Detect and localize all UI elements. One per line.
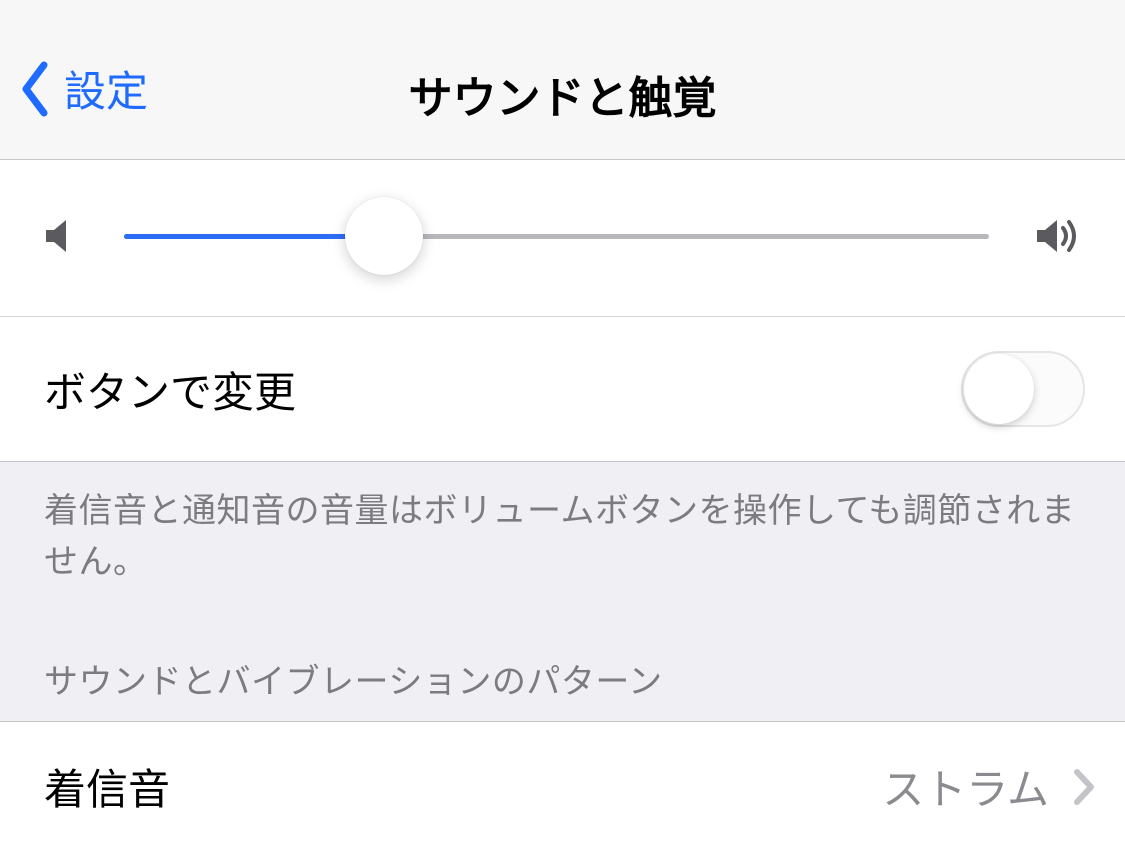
volume-slider-row — [0, 160, 1125, 317]
toggle-knob — [964, 354, 1034, 424]
navigation-bar: 設定 サウンドと触覚 — [0, 0, 1125, 160]
ringtone-label: 着信音 — [44, 756, 170, 817]
change-with-buttons-footer: 着信音と通知音の音量はボリュームボタンを操作しても調節されません。 — [0, 462, 1125, 598]
change-with-buttons-toggle[interactable] — [961, 351, 1085, 427]
change-with-buttons-row: ボタンで変更 — [0, 317, 1125, 462]
chevron-right-icon — [1073, 768, 1095, 806]
change-with-buttons-label: ボタンで変更 — [44, 359, 296, 420]
ringtone-value: ストラム — [882, 756, 1049, 817]
slider-thumb[interactable] — [345, 197, 423, 275]
speaker-min-icon — [40, 214, 84, 258]
patterns-section-header: サウンドとバイブレーションのパターン — [0, 598, 1125, 721]
volume-slider[interactable] — [124, 196, 989, 276]
speaker-max-icon — [1029, 214, 1085, 258]
ringtone-right: ストラム — [882, 756, 1095, 817]
page-title: サウンドと触覚 — [0, 62, 1125, 126]
volume-section: ボタンで変更 — [0, 160, 1125, 462]
ringtone-row[interactable]: 着信音 ストラム — [0, 721, 1125, 844]
